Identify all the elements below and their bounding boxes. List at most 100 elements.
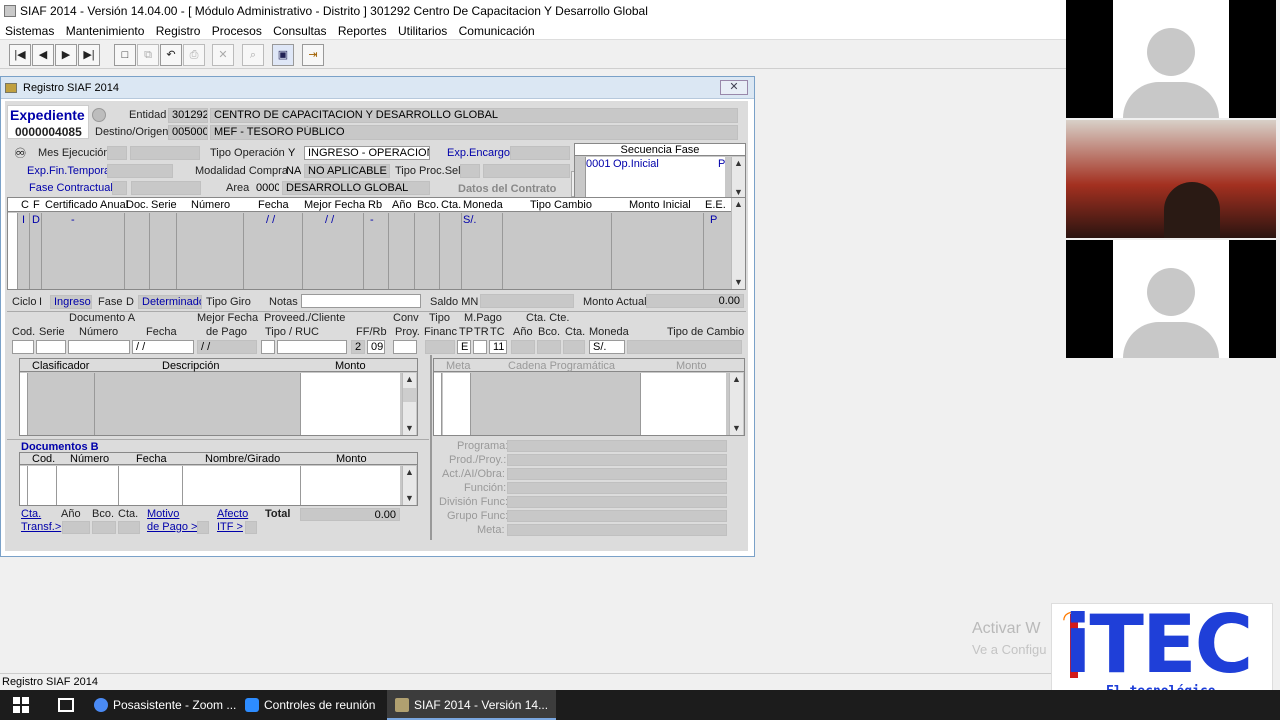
find-icon[interactable]: ⌕ — [242, 44, 264, 66]
doc-a-cta-input[interactable] — [563, 340, 585, 354]
menu-sistemas[interactable]: Sistemas — [5, 22, 54, 40]
scroll-thumb[interactable] — [403, 388, 416, 402]
undo-icon[interactable]: ↶ — [160, 44, 182, 66]
meta-row-selectors[interactable] — [434, 373, 442, 435]
meta-col[interactable] — [443, 373, 471, 435]
notas-input[interactable] — [301, 294, 421, 308]
motivo-input[interactable] — [197, 521, 209, 534]
fase-contractual-label[interactable]: Fase Contractual — [29, 182, 113, 194]
video-tile-3[interactable] — [1066, 240, 1276, 358]
motivo-link[interactable]: Motivo — [147, 508, 179, 520]
new-icon[interactable]: □ — [114, 44, 136, 66]
row-fecha[interactable]: / / — [266, 214, 275, 226]
doc-a-moneda-input[interactable]: S/. — [589, 340, 625, 354]
exp-fin-temporal-label[interactable]: Exp.Fin.Temporal — [27, 165, 113, 177]
main-grid-scrollbar[interactable]: ▲ ▼ — [731, 198, 745, 289]
cta-transf-link-2[interactable]: Transf.> — [21, 521, 61, 533]
video-tile-2[interactable] — [1066, 120, 1276, 238]
area-code[interactable]: 0000 — [252, 181, 280, 195]
binoculars-icon[interactable]: ♾ — [14, 146, 27, 160]
doc-a-anio-input[interactable] — [511, 340, 535, 354]
print-icon[interactable]: ⎙ — [183, 44, 205, 66]
scroll-up-icon[interactable]: ▲ — [730, 373, 743, 386]
row-ee[interactable]: P — [710, 214, 717, 226]
scroll-up-icon[interactable]: ▲ — [403, 466, 416, 479]
menu-procesos[interactable]: Procesos — [212, 22, 262, 40]
taskbar-controles[interactable]: Controles de reunión — [245, 690, 375, 720]
afecto-input[interactable] — [245, 521, 257, 534]
save-icon[interactable]: ▣ — [272, 44, 294, 66]
menu-mantenimiento[interactable]: Mantenimiento — [66, 22, 145, 40]
row-f[interactable]: D — [32, 214, 40, 226]
tipo-proc-sel-code[interactable] — [460, 164, 480, 178]
meta-scrollbar[interactable]: ▲ ▼ — [729, 373, 743, 435]
cta-transf-link[interactable]: Cta. — [21, 508, 41, 520]
tipo-operacion-code[interactable]: Y — [284, 146, 302, 160]
afecto-link[interactable]: Afecto — [217, 508, 248, 520]
meta-monto-col[interactable] — [640, 373, 726, 435]
menu-comunicacion[interactable]: Comunicación — [459, 22, 535, 40]
doc-a-financ-input[interactable] — [425, 340, 455, 354]
secuencia-scrollbar[interactable]: ▲ ▼ — [731, 157, 745, 199]
scroll-down-icon[interactable]: ▼ — [730, 422, 743, 435]
taskbar-siaf[interactable]: SIAF 2014 - Versión 14... — [387, 690, 557, 720]
entidad-code[interactable]: 301292 — [168, 108, 208, 123]
scroll-down-icon[interactable]: ▼ — [732, 276, 745, 289]
row-selector-column[interactable] — [8, 213, 18, 289]
row-cert[interactable]: - — [71, 214, 75, 226]
scroll-down-icon[interactable]: ▼ — [403, 492, 416, 505]
fase-contractual-code[interactable] — [112, 181, 127, 195]
clasificador-scrollbar[interactable]: ▲ ▼ — [402, 373, 416, 435]
doc-a-mejor-fecha-input[interactable]: / / — [197, 340, 257, 354]
task-view-icon[interactable] — [58, 698, 74, 712]
doc-a-tr-input[interactable] — [473, 340, 487, 354]
secuencia-row-code[interactable]: 0001 — [586, 158, 610, 170]
modalidad-code[interactable]: NA — [282, 164, 302, 178]
taskbar-zoom[interactable]: Posasistente - Zoom ... — [94, 690, 236, 720]
doc-a-serie-input[interactable] — [36, 340, 66, 354]
copy-icon[interactable]: ⧉ — [137, 44, 159, 66]
video-tile-1[interactable] — [1066, 0, 1276, 118]
exit-icon[interactable]: ⇥ — [302, 44, 324, 66]
doc-a-numero-input[interactable] — [68, 340, 130, 354]
mes-ejecucion-code[interactable] — [107, 146, 127, 160]
menu-reportes[interactable]: Reportes — [338, 22, 387, 40]
menu-utilitarios[interactable]: Utilitarios — [398, 22, 447, 40]
menu-consultas[interactable]: Consultas — [273, 22, 326, 40]
doc-b-scrollbar[interactable]: ▲ ▼ — [402, 466, 416, 505]
delete-icon[interactable]: ✕ — [212, 44, 234, 66]
doc-a-tipo-cambio-input[interactable] — [627, 340, 742, 354]
doc-a-bco-input[interactable] — [537, 340, 561, 354]
close-icon[interactable]: ✕ — [720, 80, 748, 95]
row-rb[interactable]: - — [370, 214, 374, 226]
row-mejor-fecha[interactable]: / / — [325, 214, 334, 226]
clasificador-row-selectors[interactable] — [20, 373, 28, 435]
next-record-icon[interactable]: ▶ — [55, 44, 77, 66]
row-c[interactable]: I — [22, 214, 25, 226]
scroll-up-icon[interactable]: ▲ — [732, 157, 745, 170]
windows-start-icon[interactable] — [13, 697, 29, 713]
row-moneda[interactable]: S/. — [463, 214, 476, 226]
doc-b-body[interactable] — [20, 466, 400, 505]
scroll-up-icon[interactable]: ▲ — [732, 198, 745, 211]
doc-b-row-selectors[interactable] — [20, 466, 28, 505]
exp-encargo-label[interactable]: Exp.Encargo — [447, 147, 510, 159]
prev-record-icon[interactable]: ◀ — [32, 44, 54, 66]
menu-registro[interactable]: Registro — [156, 22, 201, 40]
doc-a-rb-input[interactable]: 09 — [367, 340, 385, 354]
doc-a-tc-input[interactable]: 11 — [489, 340, 507, 354]
scroll-up-icon[interactable]: ▲ — [403, 373, 416, 386]
scroll-down-icon[interactable]: ▼ — [403, 422, 416, 435]
first-record-icon[interactable]: |◀ — [9, 44, 31, 66]
footer-anio-input[interactable] — [62, 521, 90, 534]
afecto-link-2[interactable]: ITF > — [217, 521, 243, 533]
exp-encargo-field[interactable] — [510, 146, 570, 160]
doc-a-tipo-input[interactable] — [261, 340, 275, 354]
doc-a-ruc-input[interactable] — [277, 340, 347, 354]
doc-a-tp-input[interactable]: E — [457, 340, 471, 354]
footer-cta-input[interactable] — [118, 521, 140, 534]
clasificador-monto-col[interactable] — [300, 373, 400, 435]
doc-a-proy-input[interactable] — [393, 340, 417, 354]
datos-contrato-button[interactable]: Datos del Contrato — [458, 183, 556, 195]
motivo-link-2[interactable]: de Pago > — [147, 521, 197, 533]
